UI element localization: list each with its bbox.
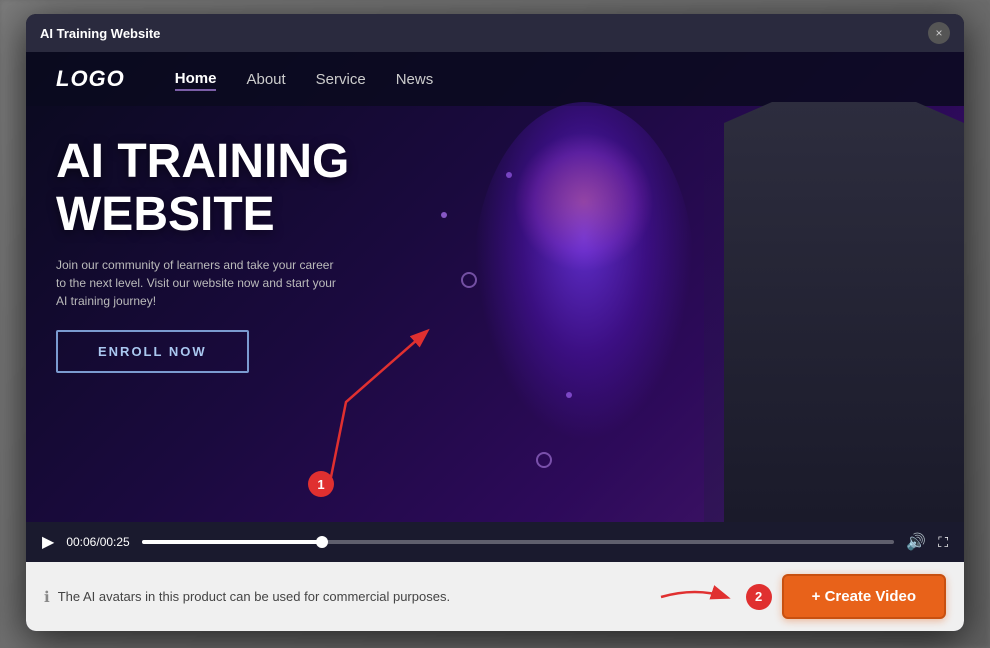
create-video-section: 2 + Create Video — [656, 574, 946, 619]
info-icon: ℹ — [44, 588, 50, 606]
particle-ring — [536, 452, 552, 468]
time-display: 00:06/00:25 — [66, 535, 129, 549]
modal-titlebar: AI Training Website × — [26, 14, 964, 52]
volume-button[interactable]: 🔊 — [906, 532, 926, 552]
info-text: The AI avatars in this product can be us… — [58, 589, 450, 604]
preview-logo: LOGO — [56, 66, 125, 92]
modal-title: AI Training Website — [40, 26, 160, 41]
play-button[interactable]: ▶ — [42, 532, 54, 552]
nav-item-about[interactable]: About — [246, 69, 285, 90]
arrow-2 — [656, 582, 736, 612]
nav-item-news[interactable]: News — [396, 69, 434, 90]
modal-container: AI Training Website × LOGO Home About Se… — [26, 14, 964, 631]
video-controls-bar: ▶ 00:06/00:25 🔊 ⛶ — [26, 522, 964, 562]
progress-handle[interactable] — [316, 536, 328, 548]
website-preview: LOGO Home About Service News AI TRAINING… — [26, 52, 964, 522]
progress-fill — [142, 540, 323, 544]
info-section: ℹ The AI avatars in this product can be … — [44, 588, 450, 606]
hero-subtitle: Join our community of learners and take … — [56, 256, 336, 310]
nav-item-service[interactable]: Service — [316, 69, 366, 90]
create-video-button[interactable]: + Create Video — [782, 574, 946, 619]
close-button[interactable]: × — [928, 22, 950, 44]
svg-text:1: 1 — [317, 477, 324, 492]
nav-item-home[interactable]: Home — [175, 68, 217, 91]
hero-section: AI TRAINING WEBSITE Join our community o… — [26, 106, 964, 373]
video-player: LOGO Home About Service News AI TRAINING… — [26, 52, 964, 522]
progress-bar[interactable] — [142, 540, 895, 544]
fullscreen-button[interactable]: ⛶ — [938, 534, 948, 551]
bottom-bar: ℹ The AI avatars in this product can be … — [26, 562, 964, 631]
badge-2: 2 — [746, 584, 772, 610]
hero-title: AI TRAINING WEBSITE — [56, 136, 456, 242]
enroll-button[interactable]: ENROLL NOW — [56, 330, 249, 373]
